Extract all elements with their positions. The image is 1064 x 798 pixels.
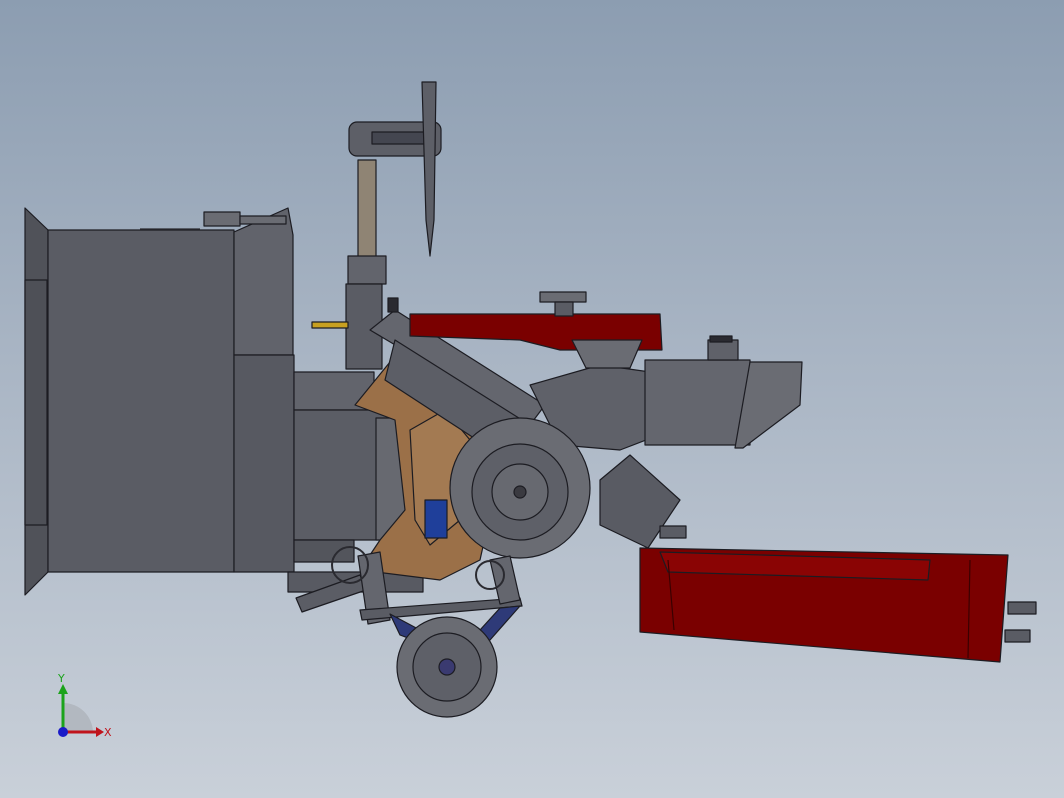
coordinate-triad: Y X (57, 672, 112, 739)
left-housing[interactable] (24, 207, 295, 596)
y-axis-label: Y (57, 672, 65, 685)
caster-wheel[interactable] (396, 616, 498, 718)
small-knob (387, 297, 399, 313)
small-bracket (311, 321, 349, 329)
x-axis-label: X (104, 726, 112, 739)
machine-model[interactable] (0, 0, 1064, 798)
drive-wheel[interactable] (449, 417, 591, 559)
red-hopper[interactable] (639, 525, 1037, 663)
y-axis-arrow (58, 684, 68, 694)
z-axis-dot (58, 727, 68, 737)
triad-plane-shading (63, 703, 93, 732)
right-gearbox[interactable] (529, 335, 803, 451)
cad-viewport[interactable]: Y X (0, 0, 1064, 798)
blue-cylinder (424, 499, 448, 539)
x-axis-arrow (96, 727, 104, 737)
